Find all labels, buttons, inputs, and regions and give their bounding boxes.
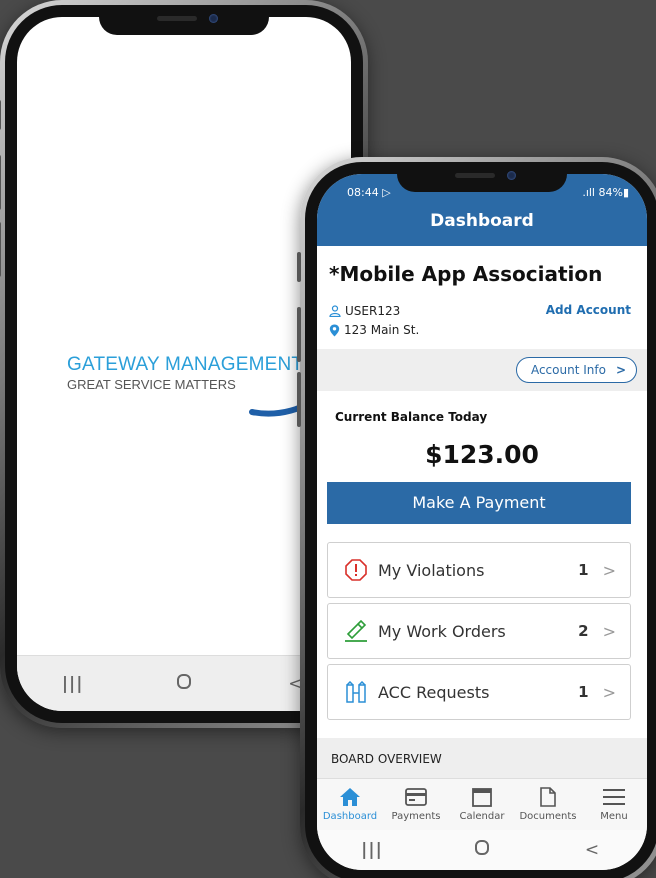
back-icon: <: [584, 840, 600, 860]
home-circle-icon: [475, 840, 489, 855]
account-info-label: Account Info: [530, 363, 606, 377]
recents-icon: |||: [361, 840, 383, 860]
card-label: My Violations: [378, 560, 485, 580]
card-count: 2: [578, 622, 589, 640]
card-acc-requests[interactable]: ACC Requests 1 >: [327, 664, 631, 720]
mute-switch: [0, 100, 1, 130]
account-info-band: Account Info >: [317, 349, 647, 391]
tab-label: Menu: [600, 811, 628, 822]
tab-label: Documents: [519, 811, 577, 822]
card-count: 1: [578, 683, 589, 701]
recents-button[interactable]: |||: [43, 674, 103, 694]
logo-title: GATEWAY MANAGEMENT: [67, 354, 304, 375]
recents-icon: |||: [61, 673, 84, 694]
chevron-right-icon: >: [602, 560, 616, 580]
android-nav-bar: ||| <: [317, 830, 647, 870]
chevron-right-icon: >: [615, 363, 626, 377]
speaker-grille: [455, 173, 495, 178]
card-label: My Work Orders: [378, 621, 506, 641]
user-row: USER123: [329, 304, 400, 318]
alert-octagon-icon: [344, 558, 368, 582]
location-pin-icon: [329, 324, 340, 336]
front-camera: [209, 14, 218, 23]
building-icon: [344, 680, 368, 704]
board-overview-section: BOARD OVERVIEW: [317, 738, 647, 778]
user-icon: [329, 305, 341, 317]
document-icon: [540, 785, 556, 809]
address: 123 Main St.: [344, 323, 420, 337]
app-header: Dashboard: [317, 204, 647, 246]
home-button[interactable]: [154, 673, 214, 694]
add-account-link[interactable]: Add Account: [546, 303, 631, 317]
back-button[interactable]: <: [562, 840, 622, 860]
card-work-orders[interactable]: My Work Orders 2 >: [327, 603, 631, 659]
volume-down-button: [297, 372, 301, 427]
volume-up-button: [0, 155, 1, 210]
home-icon: [339, 785, 361, 809]
username: USER123: [345, 304, 401, 318]
make-payment-button[interactable]: Make A Payment: [327, 482, 631, 524]
card-label: ACC Requests: [378, 682, 490, 702]
account-info-button[interactable]: Account Info >: [515, 357, 637, 383]
tab-calendar[interactable]: Calendar: [452, 785, 512, 822]
card-violations[interactable]: My Violations 1 >: [327, 542, 631, 598]
address-row: 123 Main St.: [329, 323, 419, 337]
tab-label: Payments: [391, 811, 441, 822]
phone-dashboard: 08:44 ▷ .ıll 84%▮ Dashboard *Mobile App …: [297, 157, 656, 878]
phone-bezel: 08:44 ▷ .ıll 84%▮ Dashboard *Mobile App …: [305, 162, 656, 878]
board-overview-label: BOARD OVERVIEW: [331, 752, 442, 766]
speaker-grille: [157, 16, 197, 21]
dashboard-content: *Mobile App Association USER123 Add Acco…: [317, 246, 647, 870]
tab-label: Calendar: [459, 811, 505, 822]
notch: [397, 162, 567, 192]
balance-amount: $123.00: [425, 440, 539, 469]
recents-button[interactable]: |||: [342, 840, 402, 860]
hammer-icon: [344, 619, 368, 643]
chevron-right-icon: >: [602, 682, 616, 702]
front-camera: [507, 171, 516, 180]
menu-icon: [603, 785, 625, 809]
status-time: 08:44 ▷: [347, 186, 391, 199]
calendar-icon: [472, 785, 492, 809]
dashboard-screen: 08:44 ▷ .ıll 84%▮ Dashboard *Mobile App …: [317, 174, 647, 870]
tab-menu[interactable]: Menu: [584, 785, 644, 822]
home-circle-icon: [176, 673, 191, 689]
card-count: 1: [578, 561, 589, 579]
page-title: Dashboard: [430, 211, 534, 231]
mute-switch: [297, 252, 301, 282]
chevron-right-icon: >: [602, 621, 616, 641]
logo-subtitle: GREAT SERVICE MATTERS: [67, 377, 236, 392]
status-indicators: .ıll 84%▮: [582, 186, 629, 199]
volume-down-button: [0, 222, 1, 277]
balance-label: Current Balance Today: [335, 410, 488, 424]
home-button[interactable]: [452, 840, 512, 860]
credit-card-icon: [405, 785, 427, 809]
notch: [99, 5, 269, 35]
association-name: *Mobile App Association: [329, 262, 603, 286]
tab-payments[interactable]: Payments: [386, 785, 446, 822]
tab-documents[interactable]: Documents: [518, 785, 578, 822]
bottom-tab-bar: Dashboard Payments Calendar Documents Me…: [317, 778, 647, 830]
volume-up-button: [297, 307, 301, 362]
tab-dashboard[interactable]: Dashboard: [320, 785, 380, 822]
tab-label: Dashboard: [322, 811, 378, 822]
